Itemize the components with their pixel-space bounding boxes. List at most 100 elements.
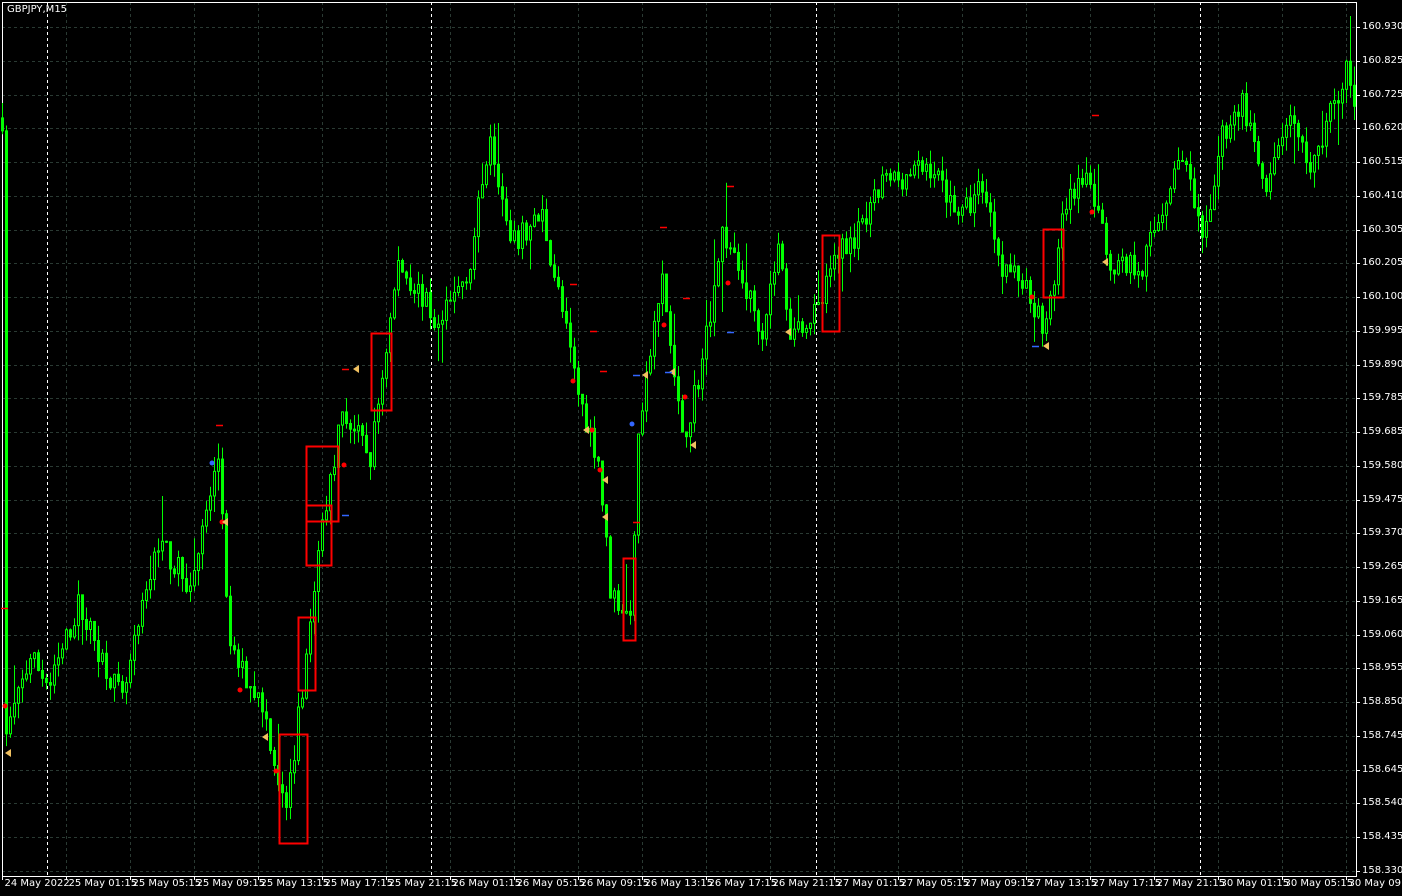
x-tick-label: 25 May 13:15 (260, 878, 330, 889)
candle-body (597, 456, 600, 462)
y-tick-label: 159.165 (1362, 594, 1402, 606)
candle-body (909, 174, 912, 177)
candle-body (1005, 264, 1008, 277)
candle-body (1121, 256, 1124, 262)
candle-body (501, 186, 504, 200)
y-tick-label: 160.100 (1362, 290, 1402, 302)
candle-body (485, 164, 488, 186)
candle-body (1245, 93, 1248, 127)
candle-body (825, 275, 828, 305)
candle-body (1265, 177, 1268, 193)
candle-body (797, 321, 800, 330)
candle-body (321, 519, 324, 552)
candle-body (853, 237, 856, 249)
candle-body (817, 302, 820, 305)
y-tick-label: 160.410 (1362, 189, 1402, 201)
candle-body (61, 648, 64, 659)
candle-body (637, 433, 640, 536)
candle-body (541, 209, 544, 222)
candle-body (525, 222, 528, 241)
candle-body (917, 160, 920, 166)
candle-body (253, 686, 256, 699)
candle-body (17, 687, 20, 704)
y-tick-label: 158.645 (1362, 763, 1402, 775)
candle-body (509, 220, 512, 242)
candle-body (805, 327, 808, 333)
candle-body (613, 590, 616, 599)
candle-body (477, 197, 480, 238)
x-tick-label: 26 May 13:15 (644, 878, 714, 889)
candle-body (1217, 155, 1220, 187)
candle-body (1069, 188, 1072, 210)
y-tick-label: 160.515 (1362, 155, 1402, 167)
candle-body (1289, 115, 1292, 126)
candle-body (565, 310, 568, 324)
candle-body (181, 556, 184, 580)
candle-body (101, 652, 104, 663)
candle-body (533, 214, 536, 227)
candle-body (861, 218, 864, 223)
candle-body (125, 682, 128, 693)
candle-body (901, 179, 904, 190)
candle-body (201, 525, 204, 555)
candle-body (245, 660, 248, 689)
candle-body (205, 509, 208, 527)
candle-body (1241, 93, 1244, 117)
candle-body (949, 195, 952, 203)
candle-body (729, 247, 732, 250)
candle-body (1225, 125, 1228, 139)
candle-body (377, 403, 380, 423)
candle-body (973, 194, 976, 214)
candle-body (1185, 160, 1188, 165)
candle-body (913, 164, 916, 176)
candle-body (709, 321, 712, 327)
candle-body (189, 585, 192, 593)
candle-body (1109, 253, 1112, 271)
candle-body (1229, 124, 1232, 139)
candle-body (489, 136, 492, 166)
signal-dot (2, 703, 8, 709)
candle-body (361, 425, 364, 436)
candle-body (1157, 222, 1160, 232)
candle-body (1065, 208, 1068, 215)
candle-body (25, 673, 28, 680)
candle-body (721, 226, 724, 263)
candle-body (449, 299, 452, 302)
candle-body (705, 325, 708, 360)
candle-body (1269, 173, 1272, 193)
candle-body (849, 237, 852, 255)
y-tick-label: 160.725 (1362, 88, 1402, 100)
candle-body (689, 422, 692, 438)
candle-body (713, 285, 716, 323)
candle-body (801, 321, 804, 333)
candle-body (693, 385, 696, 424)
candle-body (309, 621, 312, 655)
signal-dot (273, 768, 279, 774)
candle-body (1325, 120, 1328, 147)
candle-body (97, 640, 100, 663)
candle-body (353, 428, 356, 432)
signal-arrow-icon (353, 365, 359, 373)
x-tick-label: 27 May 17:15 (1092, 878, 1162, 889)
candle-body (249, 686, 252, 689)
candle-body (793, 328, 796, 340)
signal-arrow-icon (262, 733, 268, 741)
y-tick-label: 159.060 (1362, 628, 1402, 640)
candle-body (1317, 145, 1320, 156)
candle-body (109, 677, 112, 689)
candle-body (1353, 84, 1356, 107)
candle-body (641, 410, 644, 435)
candle-body (697, 385, 700, 390)
candle-body (781, 243, 784, 270)
candle-body (401, 259, 404, 273)
candle-body (1205, 220, 1208, 238)
x-tick-label: 25 May 17:15 (324, 878, 394, 889)
y-tick-label: 160.620 (1362, 121, 1402, 133)
x-tick-label: 27 May 05:15 (900, 878, 970, 889)
candle-body (841, 238, 844, 259)
candle-body (685, 431, 688, 438)
candle-body (945, 179, 948, 203)
x-tick-label: 24 May 2022 (4, 878, 70, 889)
candle-body (213, 470, 216, 497)
price-chart[interactable] (0, 0, 1402, 896)
